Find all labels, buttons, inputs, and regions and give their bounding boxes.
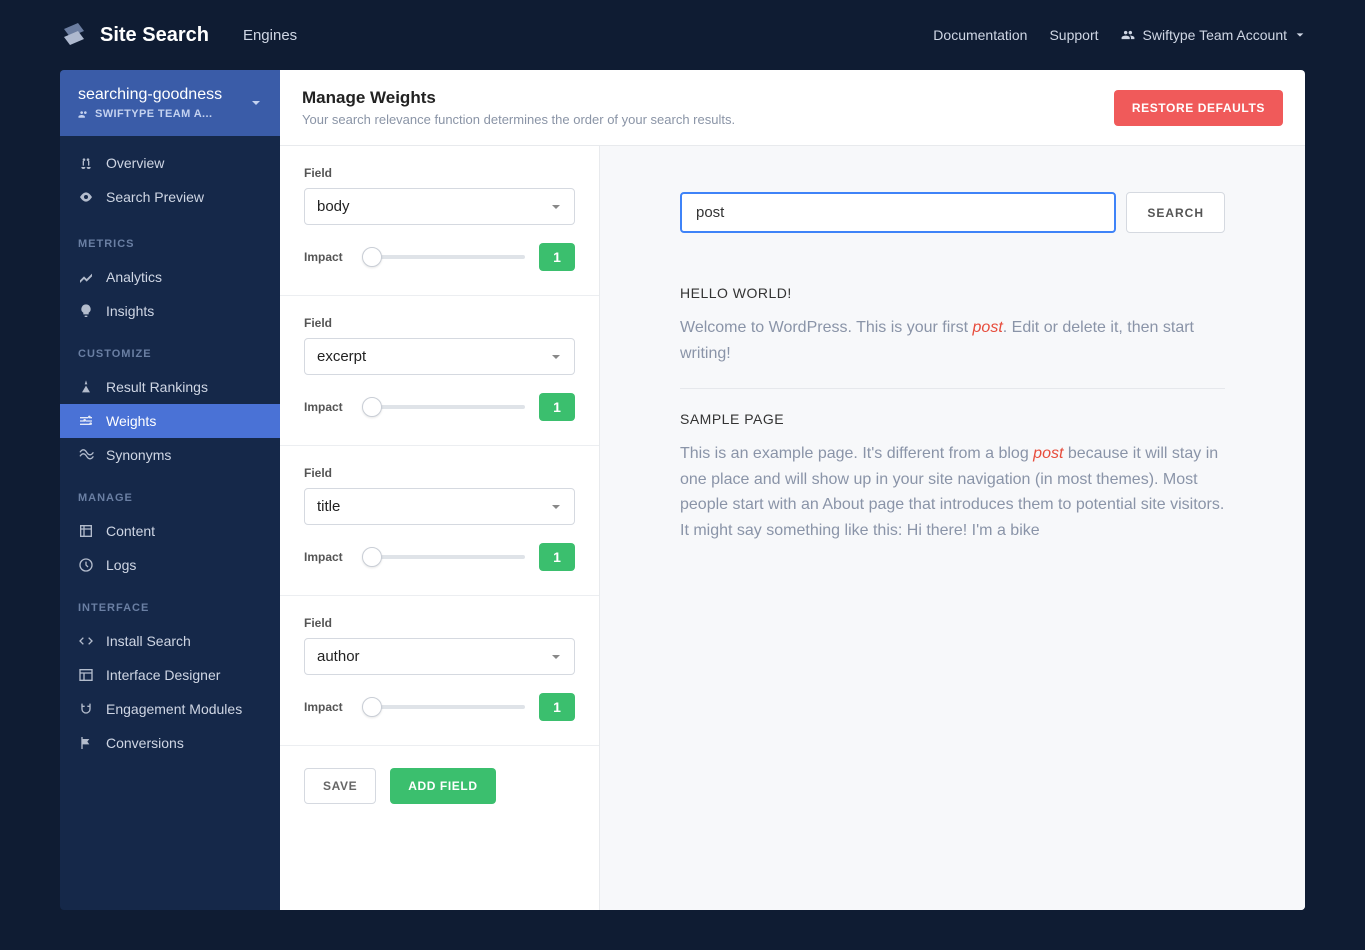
layout-icon	[78, 667, 94, 683]
content-icon	[78, 523, 94, 539]
impact-value: 1	[539, 543, 575, 571]
save-button[interactable]: SAVE	[304, 768, 376, 804]
field-block: Field title Impact 1	[280, 446, 599, 596]
sidebar-item-install[interactable]: Install Search	[60, 624, 280, 658]
topbar: Site Search Engines Documentation Suppor…	[0, 0, 1365, 70]
impact-label: Impact	[304, 250, 350, 264]
result-snippet: This is an example page. It's different …	[680, 441, 1225, 543]
restore-defaults-button[interactable]: RESTORE DEFAULTS	[1114, 90, 1283, 126]
field-block: Field body Impact 1	[280, 146, 599, 296]
chevron-down-icon	[550, 651, 562, 663]
add-field-button[interactable]: ADD FIELD	[390, 768, 495, 804]
sidebar-item-engagement[interactable]: Engagement Modules	[60, 692, 280, 726]
slider-handle[interactable]	[362, 247, 382, 267]
field-select[interactable]: author	[304, 638, 575, 675]
magnet-icon	[78, 701, 94, 717]
weights-panel: Field body Impact 1 Field excerpt	[280, 146, 600, 910]
page-subtitle: Your search relevance function determine…	[302, 112, 735, 127]
field-block: Field author Impact 1	[280, 596, 599, 746]
field-select[interactable]: excerpt	[304, 338, 575, 375]
rankings-icon	[78, 379, 94, 395]
sidebar-header-customize: CUSTOMIZE	[60, 328, 280, 370]
search-input[interactable]	[680, 192, 1116, 233]
search-result: HELLO WORLD! Welcome to WordPress. This …	[680, 263, 1225, 389]
sidebar-header-manage: MANAGE	[60, 472, 280, 514]
sidebar-item-overview[interactable]: Overview	[60, 146, 280, 180]
account-menu[interactable]: Swiftype Team Account	[1121, 27, 1305, 43]
sidebar-item-content[interactable]: Content	[60, 514, 280, 548]
nav-engines[interactable]: Engines	[243, 27, 297, 44]
sidebar-item-analytics[interactable]: Analytics	[60, 260, 280, 294]
search-button[interactable]: SEARCH	[1126, 192, 1225, 233]
sliders-icon	[78, 413, 94, 429]
impact-slider[interactable]	[364, 555, 525, 559]
code-icon	[78, 633, 94, 649]
clock-icon	[78, 557, 94, 573]
chevron-down-icon	[250, 97, 262, 109]
chevron-down-icon	[550, 201, 562, 213]
impact-label: Impact	[304, 700, 350, 714]
binoculars-icon	[78, 155, 94, 171]
sidebar-header-interface: INTERFACE	[60, 582, 280, 624]
account-name: Swiftype Team Account	[1143, 27, 1287, 43]
page-title: Manage Weights	[302, 88, 735, 108]
impact-value: 1	[539, 243, 575, 271]
main-content: Manage Weights Your search relevance fun…	[280, 70, 1305, 910]
chevron-down-icon	[550, 351, 562, 363]
slider-handle[interactable]	[362, 697, 382, 717]
sidebar-item-logs[interactable]: Logs	[60, 548, 280, 582]
eye-icon	[78, 189, 94, 205]
page-header: Manage Weights Your search relevance fun…	[280, 70, 1305, 146]
impact-slider[interactable]	[364, 705, 525, 709]
impact-label: Impact	[304, 400, 350, 414]
chevron-down-icon	[550, 501, 562, 513]
impact-slider[interactable]	[364, 405, 525, 409]
field-block: Field excerpt Impact 1	[280, 296, 599, 446]
link-support[interactable]: Support	[1049, 27, 1098, 43]
sidebar-item-weights[interactable]: Weights	[60, 404, 280, 438]
app-shell: searching-goodness SWIFTYPE TEAM A... Ov…	[60, 70, 1305, 910]
impact-value: 1	[539, 393, 575, 421]
chart-icon	[78, 269, 94, 285]
sidebar-item-insights[interactable]: Insights	[60, 294, 280, 328]
logo-icon	[60, 21, 88, 49]
field-label: Field	[304, 616, 575, 630]
field-label: Field	[304, 316, 575, 330]
impact-label: Impact	[304, 550, 350, 564]
field-select[interactable]: title	[304, 488, 575, 525]
engine-picker[interactable]: searching-goodness SWIFTYPE TEAM A...	[60, 70, 280, 136]
engine-name: searching-goodness	[78, 86, 250, 104]
sidebar-item-search-preview[interactable]: Search Preview	[60, 180, 280, 214]
field-select[interactable]: body	[304, 188, 575, 225]
impact-value: 1	[539, 693, 575, 721]
field-label: Field	[304, 166, 575, 180]
sidebar-item-rankings[interactable]: Result Rankings	[60, 370, 280, 404]
bulb-icon	[78, 303, 94, 319]
logo[interactable]: Site Search	[60, 21, 209, 49]
field-label: Field	[304, 466, 575, 480]
result-snippet: Welcome to WordPress. This is your first…	[680, 315, 1225, 366]
flag-icon	[78, 735, 94, 751]
sidebar-header-metrics: METRICS	[60, 218, 280, 260]
sidebar: searching-goodness SWIFTYPE TEAM A... Ov…	[60, 70, 280, 910]
chevron-down-icon	[1295, 30, 1305, 40]
search-result: SAMPLE PAGE This is an example page. It'…	[680, 389, 1225, 565]
result-title: SAMPLE PAGE	[680, 411, 1225, 427]
impact-slider[interactable]	[364, 255, 525, 259]
sidebar-item-conversions[interactable]: Conversions	[60, 726, 280, 760]
link-documentation[interactable]: Documentation	[933, 27, 1027, 43]
preview-panel: SEARCH HELLO WORLD! Welcome to WordPress…	[600, 146, 1305, 910]
product-name: Site Search	[100, 24, 209, 47]
slider-handle[interactable]	[362, 547, 382, 567]
slider-handle[interactable]	[362, 397, 382, 417]
result-title: HELLO WORLD!	[680, 285, 1225, 301]
users-icon	[1121, 28, 1135, 42]
team-icon	[78, 109, 89, 120]
sidebar-item-designer[interactable]: Interface Designer	[60, 658, 280, 692]
synonyms-icon	[78, 447, 94, 463]
engine-team: SWIFTYPE TEAM A...	[95, 108, 212, 120]
sidebar-item-synonyms[interactable]: Synonyms	[60, 438, 280, 472]
